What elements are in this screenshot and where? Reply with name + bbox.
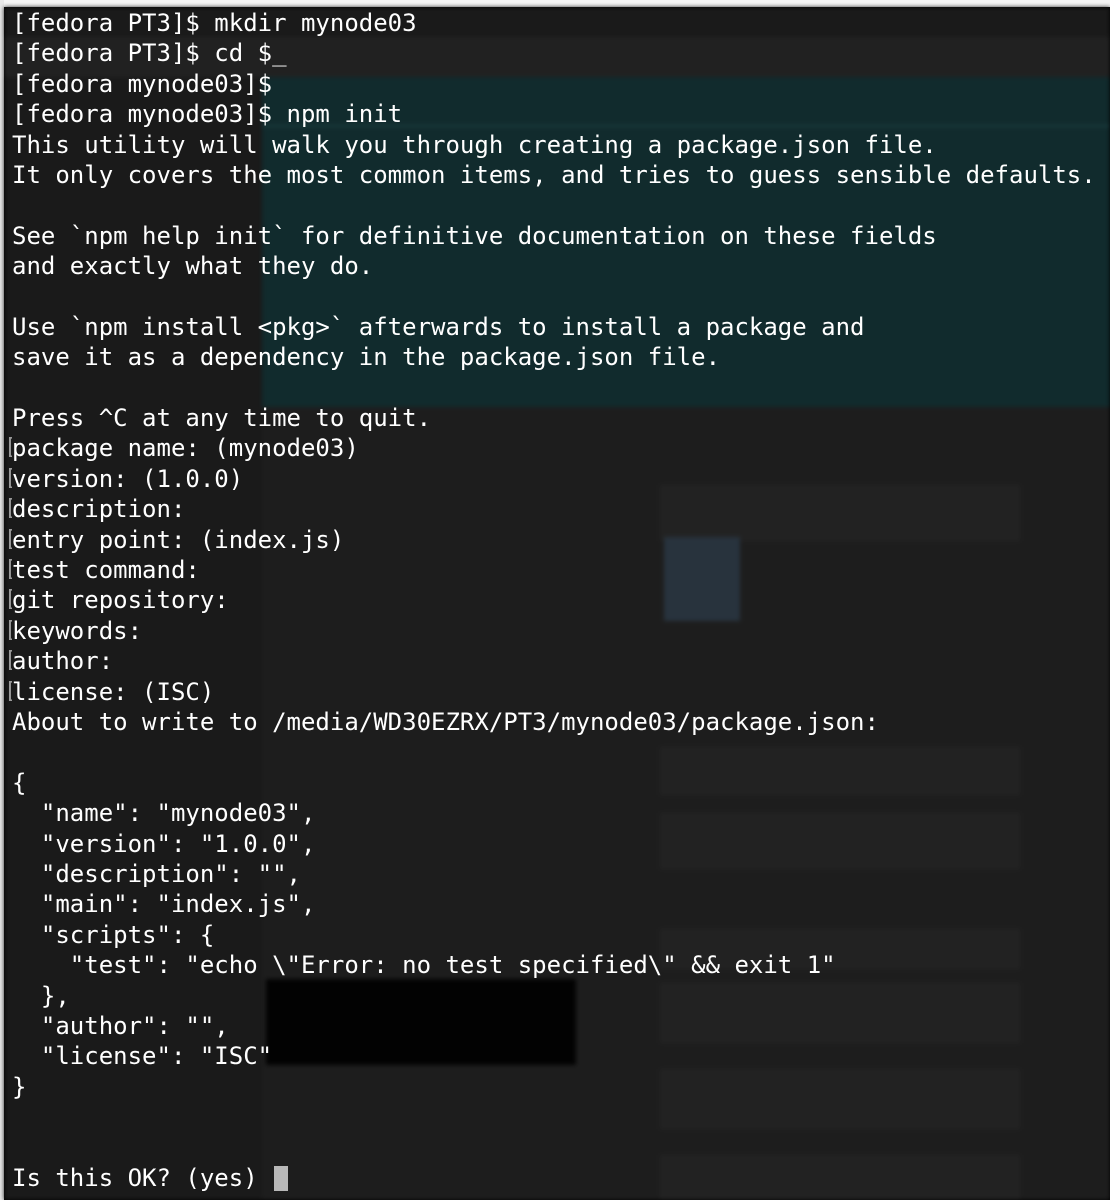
terminal-line-text: [fedora mynode03]$ — [12, 69, 273, 98]
line-mark: [ — [4, 616, 12, 646]
desktop-top-strip — [0, 0, 1110, 7]
terminal-line: save it as a dependency in the package.j… — [4, 342, 1096, 372]
terminal-line: Use `npm install <pkg>` afterwards to in… — [4, 312, 1096, 342]
terminal-line-text: entry point: (index.js) — [12, 525, 345, 554]
terminal-line-text: and exactly what they do. — [12, 252, 374, 281]
terminal-line-text: version: (1.0.0) — [12, 464, 244, 493]
terminal-line: "description": "", — [4, 859, 1096, 889]
terminal-line: "main": "index.js", — [4, 889, 1096, 919]
input-prompt: Is this OK? (yes) — [12, 1163, 273, 1192]
terminal-line-text: "name": "mynode03", — [12, 799, 316, 828]
terminal-line-text: "scripts": { — [12, 920, 215, 949]
terminal-line-text: About to write to /media/WD30EZRX/PT3/my… — [12, 707, 879, 736]
terminal-line-text: author: — [12, 647, 114, 676]
terminal-line-text: description: — [12, 495, 186, 524]
terminal-line: [license: (ISC) — [4, 677, 1096, 707]
terminal-line-text: "test": "echo \"Error: no test specified… — [12, 951, 836, 980]
terminal-input-line[interactable]: Is this OK? (yes) — [4, 1163, 1096, 1193]
terminal-line-text: Press ^C at any time to quit. — [12, 404, 432, 433]
screen: [fedora PT3]$ mkdir mynode03 [fedora PT3]… — [0, 0, 1110, 1200]
terminal-line-text: This utility will walk you through creat… — [12, 130, 937, 159]
terminal-line: [git repository: — [4, 585, 1096, 615]
terminal-line: }, — [4, 981, 1096, 1011]
terminal-line-text: "version": "1.0.0", — [12, 829, 316, 858]
terminal-line: [fedora PT3]$ mkdir mynode03 — [4, 8, 1096, 38]
terminal-output: [fedora PT3]$ mkdir mynode03 [fedora PT3]… — [4, 8, 1096, 1193]
line-mark: [ — [4, 494, 12, 524]
terminal-line-text: "main": "index.js", — [12, 890, 316, 919]
terminal-line-text: Use `npm install <pkg>` afterwards to in… — [12, 312, 865, 341]
terminal-window[interactable]: [fedora PT3]$ mkdir mynode03 [fedora PT3]… — [4, 7, 1110, 1200]
terminal-line: [fedora mynode03]$ npm init — [4, 99, 1096, 129]
terminal-line: } — [4, 1072, 1096, 1102]
terminal-line: See `npm help init` for definitive docum… — [4, 221, 1096, 251]
terminal-line: [keywords: — [4, 616, 1096, 646]
terminal-line: [fedora mynode03]$ — [4, 69, 1096, 99]
terminal-line-text: [fedora PT3]$ cd $_ — [12, 39, 287, 68]
terminal-line: and exactly what they do. — [4, 251, 1096, 281]
terminal-line: "license": "ISC" — [4, 1041, 1096, 1071]
terminal-line: "scripts": { — [4, 920, 1096, 950]
terminal-line-text: { — [12, 768, 27, 797]
line-mark: [ — [4, 433, 12, 463]
terminal-line: "test": "echo \"Error: no test specified… — [4, 950, 1096, 980]
terminal-line: "name": "mynode03", — [4, 798, 1096, 828]
line-mark: [ — [4, 677, 12, 707]
terminal-line: [description: — [4, 494, 1096, 524]
terminal-line-text: license: (ISC) — [12, 677, 215, 706]
terminal-line-text: "author": "", — [12, 1011, 229, 1040]
terminal-line-text: package name: (mynode03) — [12, 434, 359, 463]
line-mark: [ — [4, 585, 12, 615]
terminal-line: [entry point: (index.js) — [4, 525, 1096, 555]
terminal-line-text: keywords: — [12, 616, 143, 645]
terminal-line: [package name: (mynode03) — [4, 433, 1096, 463]
terminal-line-text: }, — [12, 981, 70, 1010]
terminal-line: "author": "", — [4, 1011, 1096, 1041]
terminal-line: [author: — [4, 646, 1096, 676]
line-mark: [ — [4, 525, 12, 555]
terminal-line-text: "description": "", — [12, 859, 301, 888]
terminal-line-text: See `npm help init` for definitive docum… — [12, 221, 937, 250]
line-mark: [ — [4, 646, 12, 676]
terminal-line: [test command: — [4, 555, 1096, 585]
terminal-line: About to write to /media/WD30EZRX/PT3/my… — [4, 707, 1096, 737]
terminal-line: Press ^C at any time to quit. — [4, 403, 1096, 433]
terminal-line-text: } — [12, 1072, 27, 1101]
terminal-line-text: [fedora PT3]$ mkdir mynode03 — [12, 9, 417, 37]
terminal-line: [version: (1.0.0) — [4, 464, 1096, 494]
terminal-line: "version": "1.0.0", — [4, 829, 1096, 859]
terminal-line-text: "license": "ISC" — [12, 1042, 273, 1071]
terminal-line: { — [4, 768, 1096, 798]
terminal-line: This utility will walk you through creat… — [4, 130, 1096, 160]
terminal-line-text: git repository: — [12, 586, 229, 615]
terminal-line: [fedora PT3]$ cd $_ — [4, 38, 1096, 68]
line-mark: [ — [4, 464, 12, 494]
terminal-line: It only covers the most common items, an… — [4, 160, 1096, 190]
terminal-line-text: test command: — [12, 556, 200, 585]
terminal-line-text: save it as a dependency in the package.j… — [12, 343, 721, 372]
line-mark: [ — [4, 555, 12, 585]
terminal-line-text: [fedora mynode03]$ npm init — [12, 100, 403, 129]
text-cursor — [274, 1165, 289, 1191]
terminal-line-text: It only covers the most common items, an… — [12, 160, 1096, 189]
